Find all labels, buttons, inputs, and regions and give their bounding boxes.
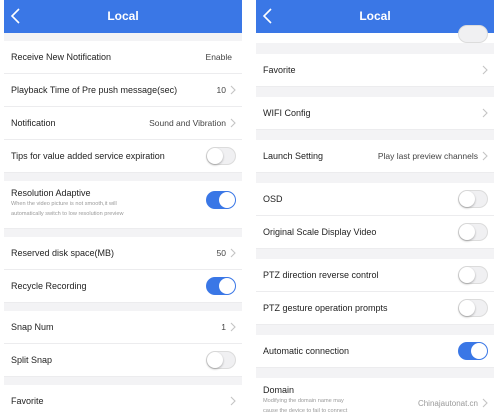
snap-num-value: 1: [221, 322, 226, 332]
wifi-config-row[interactable]: WIFI Config: [256, 97, 494, 130]
chevron-right-icon: [230, 118, 236, 128]
osd-label: OSD: [263, 194, 283, 204]
notification-row[interactable]: Notification Sound and Vibration: [4, 107, 242, 140]
resolution-adaptive-description-2: automatically switch to low resolution p…: [11, 211, 124, 217]
snap-num-label: Snap Num: [11, 322, 54, 332]
tips-value-added-toggle[interactable]: [206, 147, 236, 165]
chevron-right-icon: [230, 322, 236, 332]
left-settings-screen: Local Receive New Notification Enable Pl…: [4, 0, 242, 417]
page-title: Local: [359, 9, 391, 23]
domain-value: Chinajautonat.cn: [417, 399, 478, 408]
resolution-adaptive-label: Resolution Adaptive: [11, 188, 91, 198]
ptz-reverse-label: PTZ direction reverse control: [263, 270, 379, 280]
original-scale-toggle[interactable]: [458, 223, 488, 241]
right-settings-screen: Local Favorite WIFI Config Launch Settin…: [256, 0, 494, 417]
domain-label: Domain: [263, 385, 295, 395]
scrolled-row-remnant: [256, 25, 494, 43]
chevron-right-icon: [230, 85, 236, 95]
page-title: Local: [107, 9, 139, 23]
launch-setting-value: Play last preview channels: [377, 151, 478, 161]
chevron-right-icon: [482, 108, 488, 118]
reserved-disk-label: Reserved disk space(MB): [11, 248, 115, 258]
chevron-right-icon: [230, 248, 236, 258]
domain-row[interactable]: Domain Modifying the domain name may cau…: [256, 378, 494, 417]
resolution-adaptive-toggle[interactable]: [206, 191, 236, 209]
resolution-adaptive-row: Resolution Adaptive When the video pictu…: [4, 181, 242, 229]
playback-time-row[interactable]: Playback Time of Pre push message(sec) 1…: [4, 74, 242, 107]
launch-setting-label: Launch Setting: [263, 151, 324, 161]
domain-description-2: cause the device to fail to connect: [263, 408, 348, 414]
ptz-reverse-toggle[interactable]: [458, 266, 488, 284]
notification-value: Sound and Vibration: [149, 118, 226, 128]
chevron-right-icon: [482, 151, 488, 161]
receive-notification-label: Receive New Notification: [11, 52, 112, 62]
nav-bar: Local: [256, 0, 494, 33]
launch-setting-row[interactable]: Launch Setting Play last preview channel…: [256, 140, 494, 173]
ptz-gesture-toggle[interactable]: [458, 299, 488, 317]
receive-notification-row[interactable]: Receive New Notification Enable: [4, 41, 242, 74]
nav-bar: Local: [4, 0, 242, 33]
notification-label: Notification: [11, 118, 56, 128]
chevron-right-icon: [482, 65, 488, 75]
auto-connection-toggle[interactable]: [458, 342, 488, 360]
favorite-label: Favorite: [263, 65, 296, 75]
playback-time-label: Playback Time of Pre push message(sec): [11, 85, 178, 95]
ptz-gesture-row: PTZ gesture operation prompts: [256, 292, 494, 325]
receive-notification-value: Enable: [205, 52, 232, 62]
ptz-reverse-row: PTZ direction reverse control: [256, 259, 494, 292]
chevron-right-icon: [230, 396, 236, 406]
favorite-row[interactable]: Favorite: [4, 385, 242, 417]
reserved-disk-row[interactable]: Reserved disk space(MB) 50: [4, 237, 242, 270]
recycle-recording-row: Recycle Recording: [4, 270, 242, 303]
original-scale-label: Original Scale Display Video: [263, 227, 377, 237]
playback-time-value: 10: [216, 85, 226, 95]
favorite-label: Favorite: [11, 396, 44, 406]
split-snap-row: Split Snap: [4, 344, 242, 377]
osd-toggle[interactable]: [458, 190, 488, 208]
chevron-right-icon: [482, 398, 488, 408]
auto-connection-label: Automatic connection: [263, 346, 350, 356]
reserved-disk-value: 50: [216, 248, 226, 258]
osd-row: OSD: [256, 183, 494, 216]
partial-toggle: [458, 25, 488, 43]
wifi-config-label: WIFI Config: [263, 108, 311, 118]
tips-value-added-label: Tips for value added service expiration: [11, 151, 165, 161]
snap-num-row[interactable]: Snap Num 1: [4, 311, 242, 344]
domain-description-1: Modifying the domain name may: [263, 398, 344, 404]
ptz-gesture-label: PTZ gesture operation prompts: [263, 303, 388, 313]
tips-value-added-row: Tips for value added service expiration: [4, 140, 242, 173]
favorite-row[interactable]: Favorite: [256, 54, 494, 87]
split-snap-label: Split Snap: [11, 355, 53, 365]
original-scale-row: Original Scale Display Video: [256, 216, 494, 249]
auto-connection-row: Automatic connection: [256, 335, 494, 368]
resolution-adaptive-description-1: When the video picture is not smooth,it …: [11, 201, 117, 207]
recycle-recording-toggle[interactable]: [206, 277, 236, 295]
recycle-recording-label: Recycle Recording: [11, 281, 87, 291]
split-snap-toggle[interactable]: [206, 351, 236, 369]
